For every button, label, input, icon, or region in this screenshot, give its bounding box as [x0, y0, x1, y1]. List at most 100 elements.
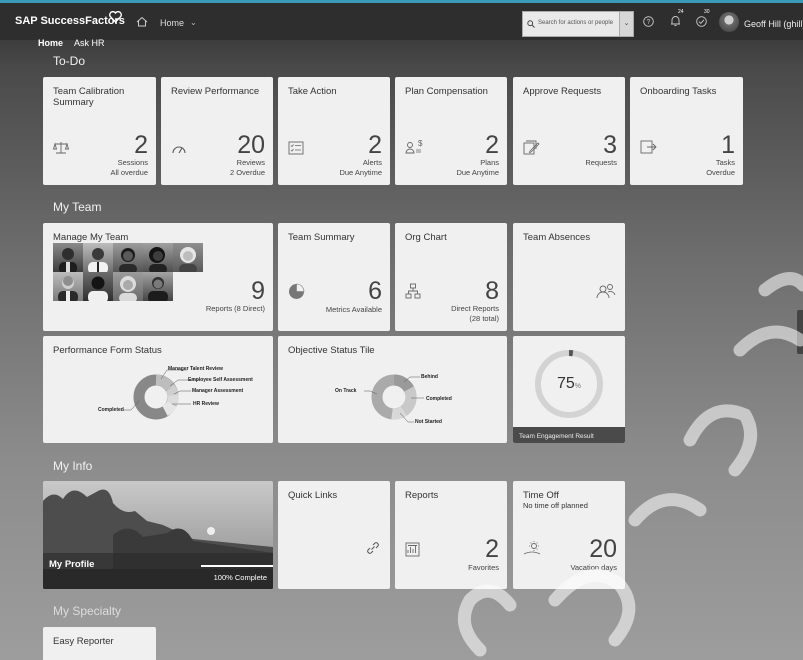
info-tile-quick-links[interactable]: Quick Links [278, 481, 390, 589]
team-member-photo [53, 243, 83, 272]
side-panel-handle[interactable] [797, 310, 803, 354]
tile-label: Direct Reports [451, 304, 499, 313]
objective-status-donut [364, 374, 424, 423]
user-name[interactable]: Geoff Hill (ghill) [744, 19, 803, 29]
link-icon [367, 542, 379, 554]
tile-title: Approve Requests [523, 86, 602, 97]
tile-number: 9 [251, 277, 265, 305]
team-tile-team-absences[interactable]: Team Absences [513, 223, 625, 331]
info-tile-my-profile[interactable]: My Profile 100% Complete [43, 481, 273, 589]
info-tile-reports[interactable]: Reports 2 Favorites [395, 481, 507, 589]
notifications-badge: 24 [678, 9, 684, 15]
tile-label: Sessions [117, 158, 148, 167]
pie-chart-icon [289, 283, 305, 299]
team-member-photo [143, 272, 173, 301]
tile-title: Org Chart [405, 232, 447, 243]
team-member-photo [113, 272, 143, 301]
info-tile-time-off[interactable]: Time Off No time off planned 20 Vacation… [513, 481, 625, 589]
chart-label: Manager Assessment [192, 388, 244, 394]
team-member-photo [53, 272, 83, 301]
tab-ask-hr[interactable]: Ask HR [74, 38, 105, 48]
tile-number: 6 [368, 277, 382, 305]
section-title-my-specialty: My Specialty [53, 604, 122, 618]
search-icon [527, 20, 535, 28]
section-title-my-info: My Info [53, 459, 93, 473]
chart-label: On Track [335, 388, 357, 394]
tile-title: Easy Reporter [53, 636, 114, 647]
tile-sublabel: 2 Overdue [229, 168, 265, 177]
time-off-subtitle: No time off planned [523, 501, 588, 510]
tile-number: 1 [721, 131, 735, 159]
tile-label: Plans [480, 158, 499, 167]
shell-bar: SAP SuccessFactors Home ⌄ Search for act… [0, 3, 803, 40]
tile-label: Alerts [362, 158, 382, 167]
team-member-photo [113, 243, 143, 272]
tile-label: Reviews [236, 158, 265, 167]
tile-number: 2 [485, 535, 499, 563]
home-icon[interactable] [136, 16, 148, 27]
engagement-label: Team Engagement Result [513, 427, 625, 443]
gauge-icon [172, 146, 186, 154]
tile-number: 2 [485, 131, 499, 159]
tile-title: Manage My Team [53, 232, 129, 243]
tile-sublabel: Due Anytime [456, 168, 499, 177]
team-tile-engagement-result[interactable]: 75% Team Engagement Result [513, 336, 625, 443]
team-tile-org-chart[interactable]: Org Chart 8 Direct Reports (28 total) [395, 223, 507, 331]
team-member-photo [143, 243, 173, 272]
profile-progress-fill [201, 565, 273, 567]
home-nav-menu[interactable]: Home [160, 18, 184, 28]
todo-tile-take-action[interactable]: Take Action 2 Alerts Due Anytime [278, 77, 390, 185]
team-tile-performance-form-status[interactable]: Performance Form Status Manager Talent R… [43, 336, 273, 443]
bell-icon[interactable] [670, 15, 681, 27]
todo-tile-approve-requests[interactable]: Approve Requests 3 Requests [513, 77, 625, 185]
todo-tile-plan-compensation[interactable]: Plan Compensation $ 2 Plans Due Anytime [395, 77, 507, 185]
absences-icon [596, 284, 616, 299]
chart-label: Completed [426, 396, 452, 402]
todo-tile-onboarding-tasks[interactable]: Onboarding Tasks 1 Tasks Overdue [630, 77, 743, 185]
chevron-down-icon[interactable]: ⌄ [190, 18, 197, 27]
chart-label: HR Review [193, 401, 219, 407]
profile-progress-bar [201, 565, 273, 567]
engagement-unit: % [574, 383, 582, 390]
tab-home[interactable]: Home [38, 38, 63, 48]
tile-title: Review Performance [171, 86, 260, 97]
tile-label: Requests [585, 158, 617, 167]
report-icon [405, 542, 420, 557]
search-scope-dropdown[interactable]: ⌄ [619, 12, 633, 36]
approve-icon [523, 140, 540, 155]
chart-label: Behind [421, 374, 438, 380]
avatar[interactable] [719, 12, 739, 32]
tile-number: 3 [603, 131, 617, 159]
team-tile-objective-status[interactable]: Objective Status Tile Behind On Track Co… [278, 336, 507, 443]
org-chart-icon [405, 283, 421, 299]
profile-name: My Profile [49, 559, 95, 570]
team-tile-manage-my-team[interactable]: Manage My Team 9 Reports (8 Direct) [43, 223, 273, 331]
search-input[interactable]: Search for actions or people ⌄ [522, 11, 634, 37]
svg-text:?: ? [647, 19, 651, 26]
tile-label: Favorites [468, 563, 499, 572]
tile-title: Team Absences [523, 232, 591, 243]
tile-number: 20 [589, 535, 617, 563]
team-member-photo [173, 243, 203, 272]
section-title-my-team: My Team [53, 200, 102, 214]
section-title-todo: To-Do [53, 54, 86, 68]
tile-number: 8 [485, 277, 499, 305]
heart-icon[interactable] [109, 11, 122, 23]
todo-tile-team-calibration[interactable]: Team Calibration Summary 2 Sessions All … [43, 77, 156, 185]
help-icon[interactable]: ? [643, 16, 654, 27]
specialty-tile-easy-reporter[interactable]: Easy Reporter [43, 627, 156, 660]
profile-complete: 100% Complete [213, 573, 267, 582]
checklist-icon [288, 141, 304, 155]
tile-number: 2 [368, 131, 382, 159]
tile-sublabel: Overdue [706, 168, 735, 177]
tile-sublabel: All overdue [110, 168, 148, 177]
sun-beach-icon [523, 541, 541, 555]
engagement-value: 75% [513, 375, 625, 393]
tile-label: Tasks [715, 158, 735, 167]
tile-number: 2 [134, 131, 148, 159]
team-tile-team-summary[interactable]: Team Summary 6 Metrics Available [278, 223, 390, 331]
approvals-icon[interactable] [696, 16, 707, 27]
search-placeholder: Search for actions or people [538, 20, 614, 26]
todo-tile-review-performance[interactable]: Review Performance 20 Reviews 2 Overdue [161, 77, 273, 185]
team-member-photo [83, 272, 113, 301]
